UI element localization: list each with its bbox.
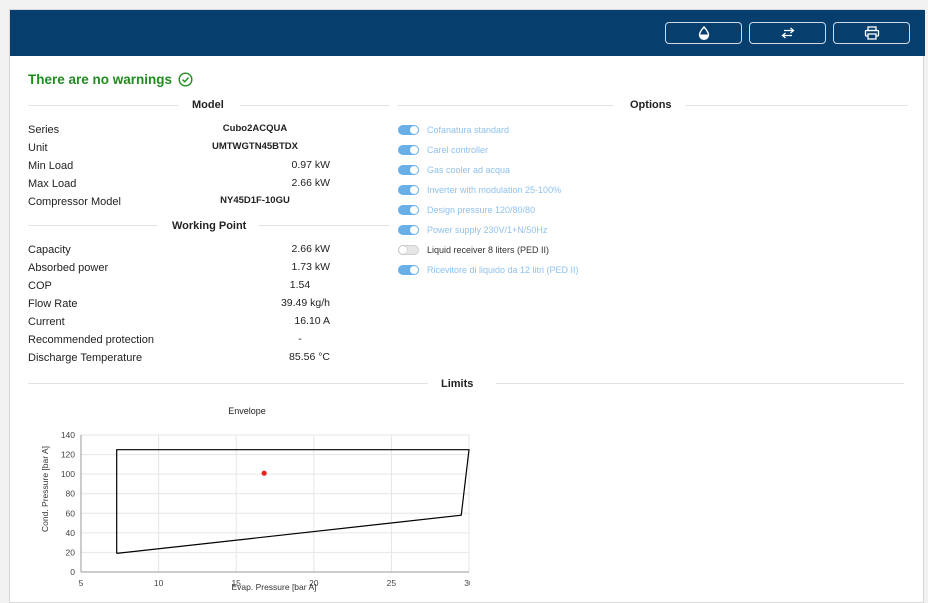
row-value: 1.73 kW [291, 261, 330, 273]
row-value: 1.54 [289, 279, 311, 291]
option-item: Design pressure 120/80/80 [398, 205, 535, 215]
drop-button[interactable] [665, 22, 742, 44]
toggle-knob [410, 166, 418, 174]
divider [28, 225, 158, 226]
row-value: 85.56 °C [289, 351, 330, 363]
toggle-knob [410, 226, 418, 234]
toggle-knob [410, 186, 418, 194]
toggle-knob [410, 126, 418, 134]
row-label: Recommended protection [28, 334, 154, 346]
option-toggle[interactable] [398, 165, 419, 175]
option-label: Carel controller [427, 145, 489, 155]
printer-icon [864, 26, 879, 40]
divider [28, 105, 178, 106]
option-label: Liquid receiver 8 liters (PED II) [427, 245, 550, 255]
divider [686, 105, 908, 106]
toggle-knob [410, 206, 418, 214]
row-label: Min Load [28, 160, 74, 172]
row-label: Discharge Temperature [28, 352, 143, 364]
check-circle-icon [178, 72, 193, 87]
option-toggle[interactable] [398, 125, 419, 135]
warning-status: There are no warnings [28, 72, 193, 87]
row-value: 2.66 kW [291, 243, 330, 255]
warning-text: There are no warnings [28, 72, 173, 87]
option-label: Ricevitore di liquido da 12 litri (PED I… [427, 265, 579, 275]
option-item: Power supply 230V/1+N/50Hz [398, 225, 547, 235]
row-value: 39.49 kg/h [280, 297, 330, 309]
limits-heading: Limits [441, 378, 474, 390]
envelope-line [116, 449, 470, 555]
option-toggle[interactable] [398, 245, 419, 255]
y-axis-label: Cond. Pressure [bar A] [40, 446, 50, 532]
y-tick-label: 20 [66, 547, 76, 557]
toggle-knob [410, 266, 418, 274]
x-tick-label: 25 [387, 578, 397, 588]
row-label: Unit [28, 142, 48, 154]
operating-point [261, 470, 267, 476]
y-tick-label: 140 [61, 430, 75, 440]
y-tick-label: 100 [61, 469, 75, 479]
x-tick-label: 5 [79, 578, 84, 588]
divider [496, 383, 904, 384]
option-label: Inverter with modulation 25-100% [427, 185, 562, 195]
row-value: 0.97 kW [291, 159, 330, 171]
model-heading: Model [192, 99, 224, 111]
options-heading: Options [630, 99, 672, 111]
y-tick-label: 40 [66, 528, 76, 538]
chart-title: Envelope [228, 406, 266, 416]
row-value: 16.10 A [294, 315, 330, 327]
row-value: UMTWGTN45BTDX [211, 141, 299, 152]
row-value: Cubo2ACQUA [222, 123, 288, 134]
option-toggle[interactable] [398, 185, 419, 195]
option-toggle[interactable] [398, 205, 419, 215]
row-value: - [298, 333, 302, 345]
print-button[interactable] [833, 22, 910, 44]
option-toggle[interactable] [398, 225, 419, 235]
row-label: Compressor Model [28, 196, 121, 208]
option-item: Liquid receiver 8 liters (PED II) [398, 245, 549, 255]
row-label: Flow Rate [28, 298, 78, 310]
option-item: Cofanatura standard [398, 125, 509, 135]
y-tick-label: 120 [61, 450, 75, 460]
option-item: Carel controller [398, 145, 488, 155]
top-toolbar [10, 10, 925, 56]
row-label: Series [28, 124, 60, 136]
divider [28, 383, 428, 384]
x-tick-label: 30 [464, 578, 470, 588]
row-label: Absorbed power [28, 262, 109, 274]
divider [240, 105, 390, 106]
y-tick-label: 0 [70, 567, 75, 577]
swap-arrows-icon [780, 27, 795, 39]
divider [398, 105, 614, 106]
option-toggle[interactable] [398, 145, 419, 155]
swap-button[interactable] [749, 22, 826, 44]
main-panel: There are no warnings Model Series Cubo2A… [9, 9, 925, 603]
option-item: Gas cooler ad acqua [398, 165, 510, 175]
toggle-knob [410, 146, 418, 154]
drop-icon [698, 26, 709, 40]
working-point-heading: Working Point [172, 220, 247, 232]
option-label: Gas cooler ad acqua [427, 165, 511, 175]
option-label: Cofanatura standard [427, 125, 510, 135]
option-label: Power supply 230V/1+N/50Hz [427, 225, 548, 235]
option-item: Ricevitore di liquido da 12 litri (PED I… [398, 265, 579, 275]
x-tick-label: 10 [154, 578, 164, 588]
row-label: Capacity [28, 244, 71, 256]
y-tick-label: 60 [66, 508, 76, 518]
y-tick-label: 80 [66, 489, 76, 499]
option-item: Inverter with modulation 25-100% [398, 185, 561, 195]
option-label: Design pressure 120/80/80 [427, 205, 536, 215]
row-value: NY45D1F-10GU [220, 195, 290, 206]
x-axis-label: Evap. Pressure [bar A] [231, 582, 316, 592]
row-label: COP [28, 280, 52, 292]
envelope-chart: 02040608010012014051015202530 Envelope E… [40, 406, 470, 592]
toggle-knob [399, 246, 407, 254]
option-toggle[interactable] [398, 265, 419, 275]
row-label: Max Load [28, 178, 77, 190]
row-label: Current [28, 316, 65, 328]
row-value: 2.66 kW [291, 177, 330, 189]
divider [258, 225, 390, 226]
